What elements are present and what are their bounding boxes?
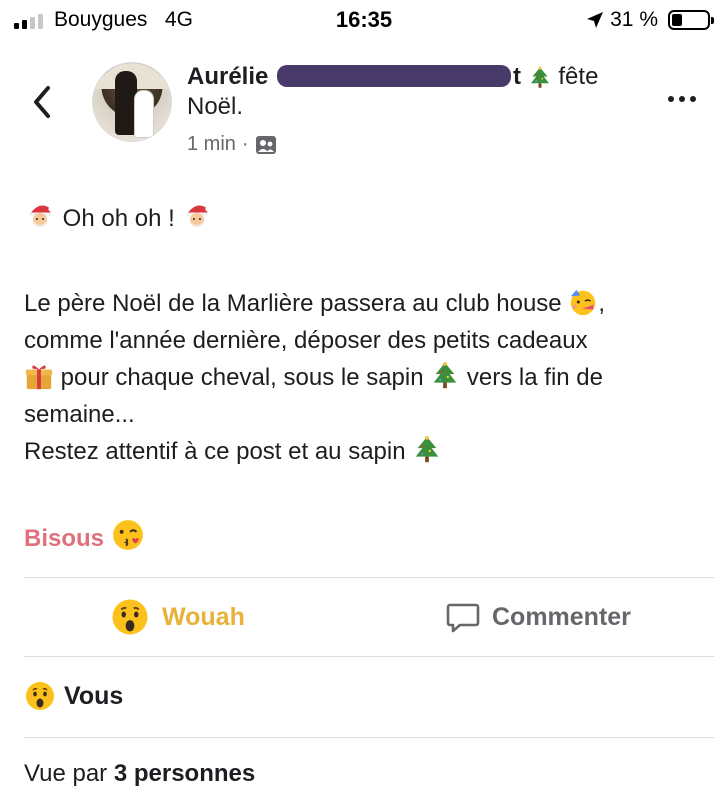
status-right: 31 % bbox=[586, 8, 714, 32]
body-text-1: Le père Noël de la Marlière passera au c… bbox=[24, 290, 562, 317]
views-prefix: Vue par bbox=[24, 760, 108, 787]
post-time[interactable]: 1 min bbox=[187, 133, 236, 156]
chevron-left-icon bbox=[34, 86, 50, 118]
body-text-3b: vers la fin de bbox=[466, 364, 603, 391]
christmas-tree-icon bbox=[528, 66, 552, 90]
comment-button[interactable]: Commenter bbox=[446, 592, 631, 642]
author-avatar[interactable] bbox=[92, 62, 172, 142]
reaction-label: Wouah bbox=[162, 602, 245, 631]
divider bbox=[24, 737, 714, 738]
body-text-3: pour chaque cheval, sous le sapin bbox=[60, 364, 424, 391]
greeting-line: Oh oh oh ! bbox=[24, 200, 714, 237]
comment-bubble-icon bbox=[446, 603, 480, 633]
comment-label: Commenter bbox=[492, 602, 631, 631]
reactor-name: Vous bbox=[64, 681, 124, 710]
closing-line: Bisous bbox=[24, 518, 145, 553]
post-header-text: Aurélie t fête Noël. bbox=[187, 62, 637, 122]
gift-icon bbox=[24, 361, 54, 391]
more-options-icon bbox=[668, 96, 674, 102]
divider bbox=[24, 577, 714, 578]
author-name-suffix[interactable]: t bbox=[513, 63, 521, 90]
location-arrow-icon bbox=[586, 11, 604, 29]
body-text-4: semaine... bbox=[24, 401, 135, 428]
reaction-button[interactable]: Wouah bbox=[110, 592, 245, 642]
wow-reaction-icon bbox=[24, 680, 56, 712]
post-meta: 1 min · bbox=[187, 133, 277, 156]
santa-icon bbox=[24, 200, 56, 232]
body-text-5: Restez attentif à ce post et au sapin bbox=[24, 438, 406, 465]
body-text-2: comme l'année dernière, déposer des peti… bbox=[24, 327, 588, 354]
views-summary[interactable]: Vue par 3 personnes bbox=[24, 760, 255, 788]
christmas-tree-icon bbox=[412, 435, 442, 465]
redacted-surname bbox=[277, 65, 512, 87]
closing-text: Bisous bbox=[24, 525, 105, 552]
body-line: semaine... bbox=[24, 396, 714, 433]
author-name[interactable]: Aurélie bbox=[187, 63, 268, 90]
wow-reaction-icon bbox=[110, 597, 150, 637]
friends-audience-icon[interactable] bbox=[255, 135, 277, 155]
divider bbox=[24, 656, 714, 657]
body-line: Le père Noël de la Marlière passera au c… bbox=[24, 285, 714, 322]
body-line: Restez attentif à ce post et au sapin bbox=[24, 433, 714, 470]
christmas-tree-icon bbox=[430, 361, 460, 391]
greeting-text: Oh oh oh ! bbox=[62, 205, 175, 232]
santa-icon bbox=[181, 200, 213, 232]
partying-face-icon bbox=[568, 287, 598, 317]
body-line: pour chaque cheval, sous le sapin vers l… bbox=[24, 359, 714, 396]
meta-separator: · bbox=[241, 133, 249, 155]
more-options-button[interactable] bbox=[668, 96, 696, 102]
views-count: 3 personnes bbox=[113, 760, 256, 787]
status-bar: Bouygues 4G 16:35 31 % bbox=[0, 0, 728, 42]
body-line: comme l'année dernière, déposer des peti… bbox=[24, 322, 714, 359]
battery-percentage: 31 % bbox=[610, 8, 658, 31]
kiss-face-icon bbox=[111, 518, 145, 552]
reactions-summary[interactable]: Vous bbox=[24, 680, 123, 712]
battery-icon bbox=[668, 10, 714, 30]
back-button[interactable] bbox=[28, 82, 58, 122]
post-body: Oh oh oh ! Le père Noël de la Marlière p… bbox=[24, 200, 714, 470]
